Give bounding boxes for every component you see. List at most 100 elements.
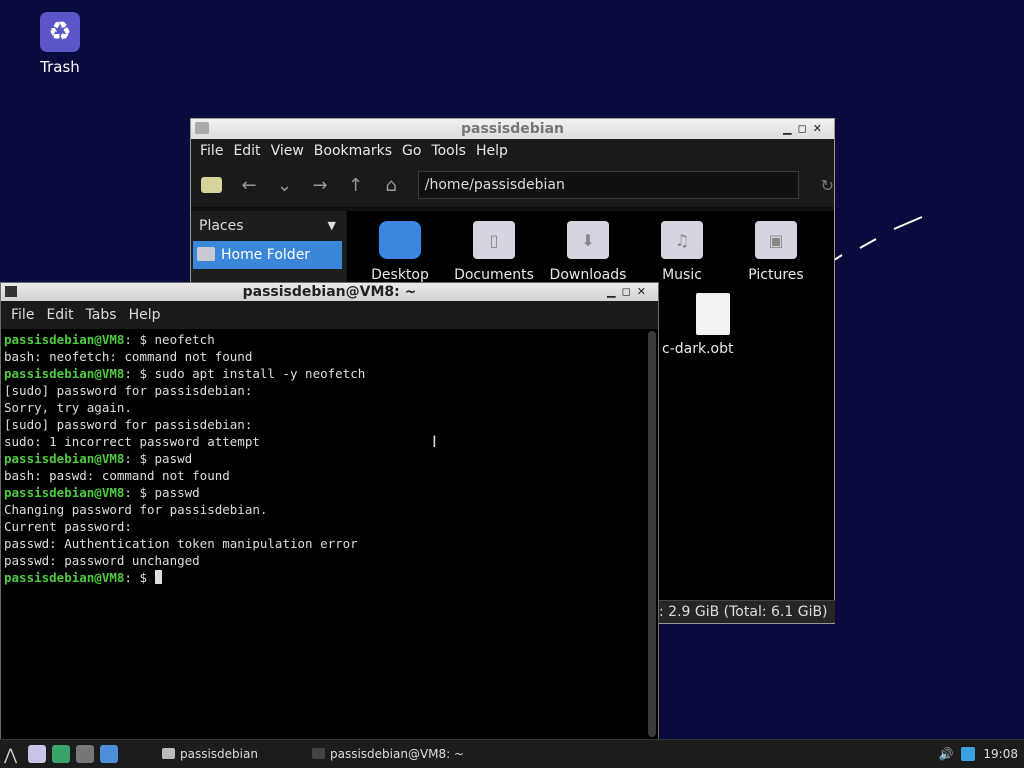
terminal-line: passisdebian@VM8: $ neofetch [4, 331, 644, 348]
status-bar: : 2.9 GiB (Total: 6.1 GiB) [657, 600, 835, 623]
folder-music[interactable]: ♫ Music [637, 221, 727, 283]
terminal-titlebar[interactable]: passisdebian@VM8: ~ ▁◻✕ [1, 283, 658, 301]
system-tray: 🔊 19:08 [938, 740, 1018, 768]
minimize-button[interactable]: ▁ [783, 122, 797, 135]
file-icon [696, 293, 730, 335]
menu-edit[interactable]: Edit [228, 143, 265, 159]
terminal-line-text: passwd: Authentication token manipulatio… [4, 536, 358, 551]
maximize-button[interactable]: ◻ [622, 285, 637, 298]
window-controls: ▁◻✕ [783, 119, 828, 139]
folder-label: Music [662, 267, 702, 283]
terminal-prompt: passisdebian@VM8 [4, 485, 125, 500]
terminal-line-text: passwd: password unchanged [4, 553, 200, 568]
text-cursor-icon: I [432, 432, 437, 451]
browser-launcher-icon[interactable] [52, 745, 70, 763]
desktop-wallpaper-line [834, 216, 923, 261]
close-button[interactable]: ✕ [637, 285, 652, 298]
network-icon[interactable] [961, 747, 976, 761]
terminal-line-text: Sorry, try again. [4, 400, 132, 415]
terminal-line: passisdebian@VM8: $ paswd [4, 450, 644, 467]
menu-bookmarks[interactable]: Bookmarks [309, 143, 397, 159]
terminal-prompt-suffix: : $ [124, 485, 155, 500]
terminal-line-text: neofetch [154, 332, 215, 347]
menu-edit[interactable]: Edit [40, 307, 79, 323]
maximize-button[interactable]: ◻ [798, 122, 813, 135]
terminal-prompt-suffix: : $ [124, 570, 155, 585]
new-tab-icon[interactable] [201, 177, 223, 193]
menu-help[interactable]: Help [471, 143, 513, 159]
taskbar-item-label: passisdebian [180, 747, 258, 761]
folder-desktop[interactable]: Desktop [355, 221, 445, 283]
trash-desktop-icon[interactable]: ♻ Trash [30, 12, 90, 76]
terminal-prompt-suffix: : $ [124, 451, 155, 466]
terminal-line: [sudo] password for passisdebian: [4, 382, 644, 399]
terminal-output[interactable]: passisdebian@VM8: $ neofetch bash: neofet… [4, 331, 644, 741]
terminal-line-text: Changing password for passisdebian. [4, 502, 268, 517]
sidebar-item-label: Home Folder [221, 247, 311, 263]
terminal-scrollbar[interactable] [648, 331, 656, 737]
menu-view[interactable]: View [266, 143, 309, 159]
terminal-line: bash: paswd: command not found [4, 467, 644, 484]
home-icon[interactable]: ⌂ [382, 175, 399, 196]
location-bar[interactable]: /home/passisdebian [417, 171, 799, 199]
menu-tabs[interactable]: Tabs [80, 307, 123, 323]
volume-icon[interactable]: 🔊 [938, 740, 953, 768]
file-manager-titlebar[interactable]: passisdebian ▁◻✕ [191, 119, 834, 139]
file-manager-launcher-icon[interactable] [28, 745, 46, 763]
places-label: Places [199, 218, 244, 234]
trash-label: Trash [40, 58, 80, 76]
folder-downloads[interactable]: ⬇ Downloads [543, 221, 633, 283]
terminal-title: passisdebian@VM8: ~ [242, 284, 417, 300]
close-button[interactable]: ✕ [813, 122, 828, 135]
sidebar-item-home-folder[interactable]: Home Folder [193, 241, 342, 269]
start-menu-icon[interactable]: ⋀ [4, 745, 17, 764]
places-sidebar: Places ▼ Home Folder [191, 211, 346, 291]
terminal-line: [sudo] password for passisdebian: [4, 416, 644, 433]
terminal-line: sudo: 1 incorrect password attempt [4, 433, 644, 450]
minimize-button[interactable]: ▁ [607, 285, 621, 298]
terminal-line: passwd: Authentication token manipulatio… [4, 535, 644, 552]
taskbar-item-terminal[interactable]: passisdebian@VM8: ~ [308, 740, 510, 768]
file-manager-toolbar: ← ⌄ → ↑ ⌂ /home/passisdebian ↻ [191, 163, 834, 208]
up-arrow-icon[interactable]: ↑ [347, 175, 364, 196]
menu-tools[interactable]: Tools [426, 143, 471, 159]
terminal-window: passisdebian@VM8: ~ ▁◻✕ File Edit Tabs H… [0, 282, 659, 742]
terminal-line-text: [sudo] password for passisdebian: [4, 417, 253, 432]
downloads-folder-icon: ⬇ [567, 221, 609, 259]
terminal-line-text: sudo: 1 incorrect password attempt [4, 434, 260, 449]
taskbar-item-file-manager[interactable]: passisdebian [158, 740, 320, 768]
places-header[interactable]: Places ▼ [191, 211, 346, 241]
terminal-line: Changing password for passisdebian. [4, 501, 644, 518]
taskbar: ⋀ passisdebian passisdebian@VM8: ~ 🔊 19:… [0, 739, 1024, 768]
terminal-line-text: [sudo] password for passisdebian: [4, 383, 253, 398]
folder-label: Desktop [371, 267, 429, 283]
folder-documents[interactable]: ▯ Documents [449, 221, 539, 283]
terminal-line: passwd: password unchanged [4, 552, 644, 569]
home-folder-icon [197, 247, 215, 261]
terminal-line: passisdebian@VM8: $ passwd [4, 484, 644, 501]
forward-arrow-icon[interactable]: → [311, 175, 328, 196]
menu-help[interactable]: Help [123, 307, 167, 323]
folder-label: Downloads [549, 267, 627, 283]
file-item[interactable]: c-dark.obt [662, 293, 752, 357]
menu-file[interactable]: File [195, 143, 228, 159]
terminal-line-text: Current password: [4, 519, 132, 534]
taskbar-item-label: passisdebian@VM8: ~ [330, 747, 465, 761]
show-desktop-icon[interactable] [76, 745, 94, 763]
workspace-switcher-icon[interactable] [100, 745, 118, 763]
folder-pictures[interactable]: ▣ Pictures [731, 221, 821, 283]
terminal-line-text: sudo apt install -y neofetch [154, 366, 366, 381]
back-arrow-icon[interactable]: ← [240, 175, 257, 196]
terminal-line: passisdebian@VM8: $ sudo apt install -y … [4, 365, 644, 382]
folder-icon [162, 748, 175, 759]
window-controls: ▁◻✕ [607, 283, 652, 301]
menu-file[interactable]: File [5, 307, 40, 323]
terminal-icon [312, 748, 325, 759]
file-manager-menubar: File Edit View Bookmarks Go Tools Help [191, 139, 834, 163]
clock[interactable]: 19:08 [983, 740, 1018, 768]
chevron-down-icon[interactable]: ⌄ [276, 175, 293, 196]
terminal-line-text: bash: neofetch: command not found [4, 349, 253, 364]
reload-icon[interactable]: ↻ [821, 176, 834, 195]
menu-go[interactable]: Go [397, 143, 426, 159]
terminal-line: passisdebian@VM8: $ [4, 569, 644, 586]
